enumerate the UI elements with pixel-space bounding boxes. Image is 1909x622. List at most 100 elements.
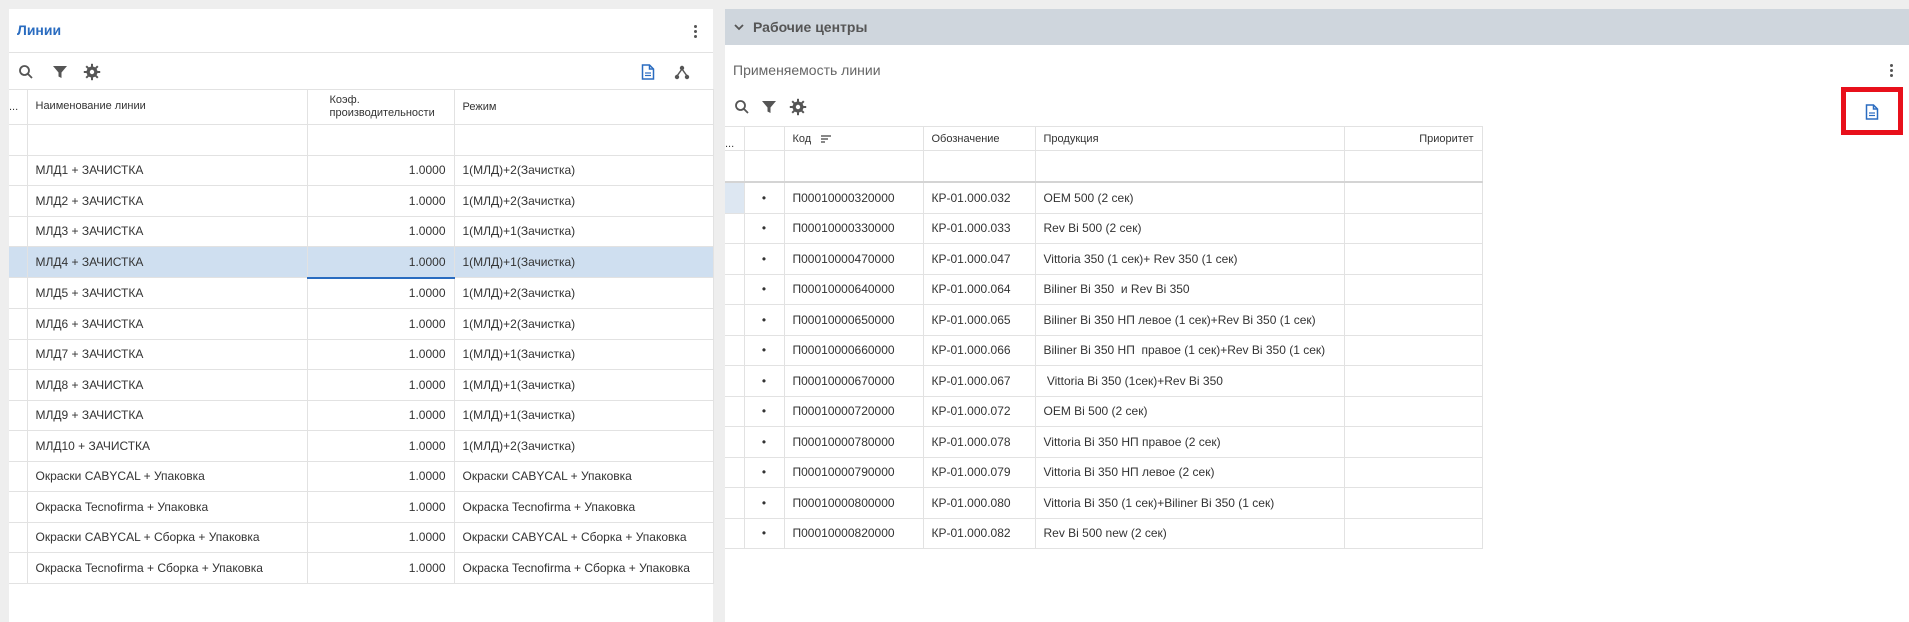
row-marker-cell[interactable] (9, 369, 28, 401)
cell-name[interactable]: МЛД4 + ЗАЧИСТКА (27, 246, 308, 278)
row-marker-cell[interactable] (9, 216, 28, 247)
cell-mode[interactable]: 1(МЛД)+1(Зачистка) (454, 216, 714, 247)
cell-designation[interactable]: КР-01.000.079 (923, 457, 1036, 488)
cell-priority[interactable] (1344, 243, 1483, 275)
row-marker-cell[interactable] (9, 339, 28, 370)
cell-mode[interactable]: 1(МЛД)+1(Зачистка) (454, 246, 714, 278)
cell-name[interactable]: МЛД6 + ЗАЧИСТКА (27, 308, 308, 340)
row-marker-cell[interactable] (9, 246, 28, 278)
cell-designation[interactable]: КР-01.000.033 (923, 213, 1036, 244)
cell-code[interactable]: П00010000780000 (784, 426, 924, 458)
filter-icon[interactable] (758, 96, 780, 118)
row-marker-cell[interactable] (725, 213, 745, 244)
cell-designation[interactable]: КР-01.000.080 (923, 487, 1036, 519)
cell-designation[interactable]: КР-01.000.032 (923, 182, 1036, 214)
cell-designation[interactable]: КР-01.000.066 (923, 335, 1036, 366)
cell-mode[interactable]: 1(МЛД)+2(Зачистка) (454, 185, 714, 217)
table-row[interactable]: Окраска Tecnofirma + Сборка + Упаковка 1.… (9, 552, 714, 584)
gear-icon[interactable] (81, 61, 103, 83)
row-marker-cell[interactable] (725, 487, 745, 519)
row-marker-cell[interactable] (9, 522, 28, 553)
cell-product[interactable]: Biliner Bi 350 и Rev Bi 350 (1035, 274, 1345, 305)
table-row[interactable]: • П00010000720000 КР-01.000.072 OEM Bi 500 … (725, 396, 1483, 427)
table-row[interactable]: МЛД6 + ЗАЧИСТКА 1.0000 1(МЛД)+2(Зачистка) (9, 308, 714, 340)
column-menu[interactable]: ... (9, 89, 28, 125)
cell-code[interactable]: П00010000330000 (784, 213, 924, 244)
cell-code[interactable]: П00010000670000 (784, 365, 924, 397)
cell-product[interactable]: Rev Bi 500 new (2 сек) (1035, 518, 1345, 549)
cell-mode[interactable]: 1(МЛД)+2(Зачистка) (454, 308, 714, 340)
cell-mode[interactable]: 1(МЛД)+2(Зачистка) (454, 155, 714, 186)
row-marker-cell[interactable] (9, 430, 28, 462)
cell-priority[interactable] (1344, 457, 1483, 488)
cell-coef[interactable]: 1.0000 (307, 400, 455, 431)
cell-product[interactable]: OEM 500 (2 сек) (1035, 182, 1345, 214)
cell-product[interactable]: Rev Bi 500 (2 сек) (1035, 213, 1345, 244)
cell-designation[interactable]: КР-01.000.047 (923, 243, 1036, 275)
cell-code[interactable]: П00010000800000 (784, 487, 924, 519)
cell-priority[interactable] (1344, 487, 1483, 519)
table-row[interactable]: Окраски CABYCAL + Сборка + Упаковка 1.000… (9, 522, 714, 553)
row-marker-cell[interactable] (725, 274, 745, 305)
cell-coef[interactable]: 1.0000 (307, 552, 455, 584)
document-icon[interactable] (637, 61, 659, 83)
cell-priority[interactable] (1344, 274, 1483, 305)
row-marker-cell[interactable] (725, 335, 745, 366)
row-marker-cell[interactable] (725, 304, 745, 336)
row-marker-cell[interactable] (725, 426, 745, 458)
cell-priority[interactable] (1344, 365, 1483, 397)
table-row[interactable]: МЛД1 + ЗАЧИСТКА 1.0000 1(МЛД)+2(Зачистка) (9, 155, 714, 186)
filter-priority-input[interactable] (1344, 150, 1483, 183)
row-marker-cell[interactable] (9, 461, 28, 492)
more-vertical-icon[interactable] (685, 21, 705, 41)
table-row[interactable]: МЛД4 + ЗАЧИСТКА 1.0000 1(МЛД)+1(Зачистка) (9, 246, 714, 279)
cell-coef[interactable]: 1.0000 (307, 339, 455, 370)
table-row[interactable]: МЛД10 + ЗАЧИСТКА 1.0000 1(МЛД)+2(Зачистка) (9, 430, 714, 462)
column-header-mode[interactable]: Режим (454, 89, 714, 125)
column-menu[interactable]: ... (725, 126, 745, 151)
filter-name-input[interactable] (27, 124, 308, 156)
row-marker-cell[interactable] (725, 457, 745, 488)
cell-name[interactable]: МЛД7 + ЗАЧИСТКА (27, 339, 308, 370)
cell-coef[interactable]: 1.0000 (307, 216, 455, 247)
cell-mode[interactable]: Окраски CABYCAL + Сборка + Упаковка (454, 522, 714, 553)
cell-designation[interactable]: КР-01.000.064 (923, 274, 1036, 305)
cell-coef[interactable]: 1.0000 (307, 277, 455, 309)
cell-designation[interactable]: КР-01.000.072 (923, 396, 1036, 427)
cell-designation[interactable]: КР-01.000.065 (923, 304, 1036, 336)
cell-mode[interactable]: 1(МЛД)+1(Зачистка) (454, 369, 714, 401)
table-row[interactable]: • П00010000330000 КР-01.000.033 Rev Bi 500 … (725, 213, 1483, 244)
cell-name[interactable]: МЛД10 + ЗАЧИСТКА (27, 430, 308, 462)
cell-code[interactable]: П00010000470000 (784, 243, 924, 275)
cell-designation[interactable]: КР-01.000.067 (923, 365, 1036, 397)
filter-mode-input[interactable] (454, 124, 714, 156)
table-row[interactable]: • П00010000820000 КР-01.000.082 Rev Bi 500 … (725, 518, 1483, 549)
cell-name[interactable]: МЛД3 + ЗАЧИСТКА (27, 216, 308, 247)
cell-code[interactable]: П00010000640000 (784, 274, 924, 305)
cell-priority[interactable] (1344, 335, 1483, 366)
filter-code-input[interactable] (784, 150, 924, 183)
cell-name[interactable]: МЛД2 + ЗАЧИСТКА (27, 185, 308, 217)
row-marker-cell[interactable] (725, 243, 745, 275)
cell-coef[interactable]: 1.0000 (307, 246, 455, 279)
cell-coef[interactable]: 1.0000 (307, 155, 455, 186)
cell-name[interactable]: Окраска Tecnofirma + Упаковка (27, 491, 308, 523)
cell-coef[interactable]: 1.0000 (307, 491, 455, 523)
table-row[interactable]: • П00010000800000 КР-01.000.080 Vittoria Bi… (725, 487, 1483, 519)
column-header-product[interactable]: Продукция (1035, 126, 1345, 151)
row-marker-cell[interactable] (725, 365, 745, 397)
cell-name[interactable]: Окраска Tecnofirma + Сборка + Упаковка (27, 552, 308, 584)
more-vertical-icon[interactable] (1881, 60, 1901, 80)
cell-priority[interactable] (1344, 518, 1483, 549)
table-row[interactable]: МЛД7 + ЗАЧИСТКА 1.0000 1(МЛД)+1(Зачистка) (9, 339, 714, 370)
table-row[interactable]: МЛД2 + ЗАЧИСТКА 1.0000 1(МЛД)+2(Зачистка) (9, 185, 714, 217)
cell-mode[interactable]: Окраска Tecnofirma + Сборка + Упаковка (454, 552, 714, 584)
table-row[interactable]: Окраски CABYCAL + Упаковка 1.0000 Окраски … (9, 461, 714, 492)
search-icon[interactable] (731, 96, 753, 118)
table-row[interactable]: Окраска Tecnofirma + Упаковка 1.0000 Окрас… (9, 491, 714, 523)
table-row[interactable]: МЛД9 + ЗАЧИСТКА 1.0000 1(МЛД)+1(Зачистка) (9, 400, 714, 431)
row-marker-cell[interactable] (9, 185, 28, 217)
table-row[interactable]: МЛД8 + ЗАЧИСТКА 1.0000 1(МЛД)+1(Зачистка) (9, 369, 714, 401)
filter-icon[interactable] (49, 61, 71, 83)
cell-coef[interactable]: 1.0000 (307, 308, 455, 340)
